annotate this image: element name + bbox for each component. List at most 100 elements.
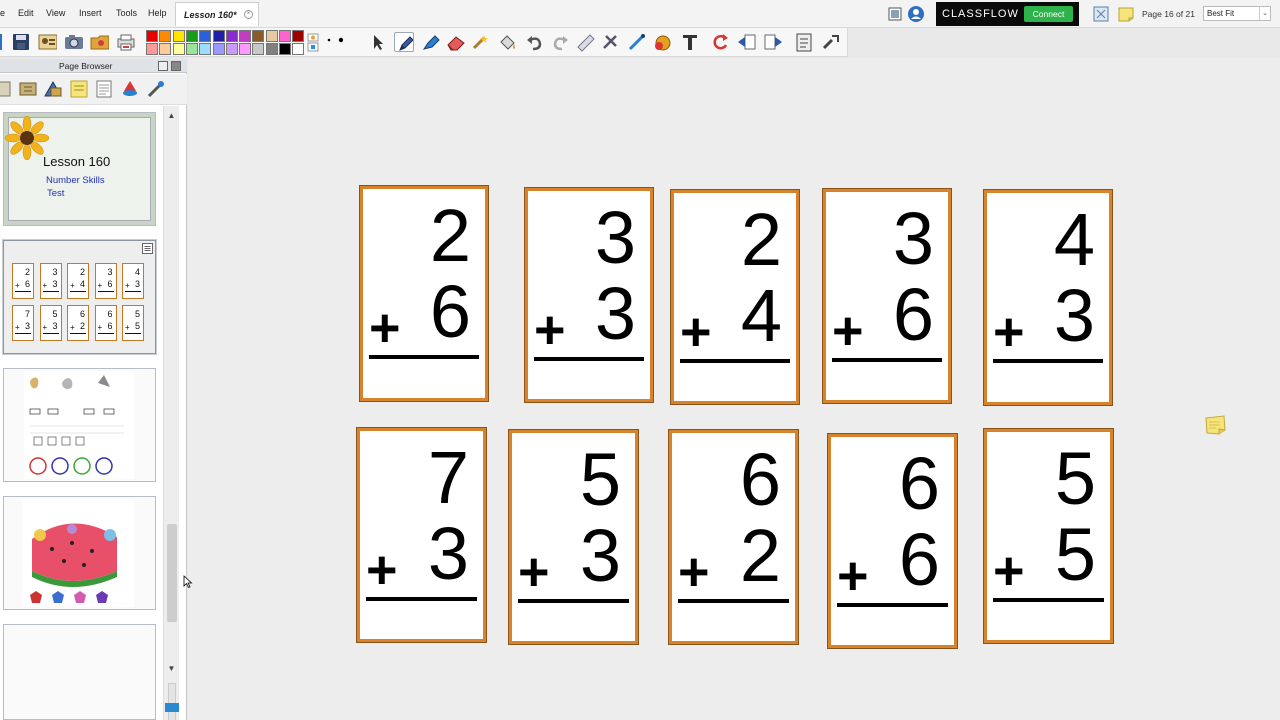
color-swatch[interactable] [199,30,212,42]
color-swatch[interactable] [159,43,172,55]
page-thumbnail-4[interactable] [3,496,156,610]
menu-insert[interactable]: Insert [79,8,102,18]
flash-card-8[interactable]: 6 2 + [669,430,798,644]
color-swatch[interactable] [172,43,185,55]
redo-icon[interactable] [549,32,569,52]
save-icon[interactable] [11,32,31,52]
menu-help[interactable]: Help [148,8,167,18]
thumbnail-1-subtitle-line-1: Number Skills [46,175,105,186]
color-swatch[interactable] [279,30,291,42]
sticky-note-icon[interactable] [1117,5,1135,23]
flash-card-10[interactable]: 5 5 + [984,429,1113,643]
color-swatch[interactable] [199,43,212,55]
page-order-icon[interactable] [0,79,16,99]
reset-page-icon[interactable] [710,32,730,52]
previous-page-icon[interactable] [736,32,756,52]
spinner-icon[interactable] [120,79,140,99]
flash-card-3[interactable]: 2 4 + [671,190,799,404]
color-swatch[interactable] [172,30,185,42]
zoom-select[interactable]: Best Fit ⌄ [1203,6,1271,21]
page-thumbnail-1[interactable]: Lesson 160 Number Skills Test [3,112,156,226]
highlighter-icon[interactable] [420,32,440,52]
mini-flash-card: 6 2 + [67,305,89,341]
color-swatch[interactable] [265,30,278,42]
sticky-note-icon[interactable] [1204,414,1226,436]
flash-card-4[interactable]: 3 6 + [823,189,951,403]
fullscreen-icon[interactable] [887,6,903,22]
text-icon[interactable] [679,32,699,52]
camera-icon[interactable] [63,32,83,52]
page-browser-toggle-icon[interactable] [1093,6,1109,22]
color-swatch[interactable] [212,43,225,55]
library-icon[interactable] [43,79,63,99]
select-icon[interactable] [368,32,388,52]
scroll-thumb[interactable] [167,524,177,622]
color-swatch[interactable] [146,43,158,55]
undo-icon[interactable] [524,32,544,52]
menu-view[interactable]: View [46,8,65,18]
print-icon[interactable] [115,32,135,52]
more-colors-icon[interactable] [305,32,325,52]
menu-file[interactable]: e [0,8,5,18]
close-panel-icon[interactable] [171,61,181,71]
color-swatch[interactable] [279,43,291,55]
color-swatch[interactable] [185,43,198,55]
document-tab-label: Lesson 160* [184,10,237,20]
page-menu-icon[interactable] [142,243,153,254]
color-swatch[interactable] [239,30,252,42]
color-swatch[interactable] [225,43,238,55]
connect-button[interactable]: Connect [1024,6,1073,22]
flash-card-2[interactable]: 3 3 + [525,188,653,402]
ruler-icon[interactable] [575,32,595,52]
page-tools-icon[interactable] [146,79,166,99]
tools-icon[interactable] [600,32,620,52]
page-template-icon[interactable] [94,79,114,99]
user-card-icon[interactable] [37,32,57,52]
magic-ink-icon[interactable] [470,32,490,52]
account-icon[interactable] [907,5,925,23]
color-swatch[interactable] [185,30,198,42]
notes-icon[interactable] [69,79,89,99]
pen-width-icon[interactable] [323,32,343,52]
color-swatch[interactable] [252,30,265,42]
flash-card-1[interactable]: 2 6 + [360,186,488,401]
thumbnail-size-slider[interactable] [168,683,176,720]
toolbox-icon[interactable] [820,32,840,52]
menu-edit[interactable]: Edit [18,8,34,18]
pen-icon[interactable] [394,32,414,52]
scroll-down-icon[interactable]: ▼ [166,664,177,676]
flash-card-5[interactable]: 4 3 + [984,190,1112,405]
page-thumbnail-5[interactable] [3,624,156,720]
notes-icon[interactable] [793,32,813,52]
fill-bucket-icon[interactable] [496,32,516,52]
color-swatch[interactable] [292,30,305,42]
thumbnail-size-handle[interactable] [165,703,179,712]
page-thumbnail-3[interactable] [3,368,156,482]
page-browser-scrollbar[interactable]: ▲ ▼ [163,106,179,720]
eraser-icon[interactable] [445,32,465,52]
pin-icon[interactable] [158,61,168,71]
connector-icon[interactable] [626,32,646,52]
color-swatch[interactable] [292,43,305,55]
add-page-icon[interactable] [18,79,38,99]
color-swatch[interactable] [159,30,172,42]
mini-card-bottom: 3 [134,279,140,289]
resource-folder-icon[interactable] [89,32,109,52]
flash-card-9[interactable]: 6 6 + [828,434,957,648]
page-thumbnail-2[interactable]: 2 6 +3 3 +2 4 +3 6 +4 3 +7 3 +5 3 +6 2 +6 6 +5 5 + [3,240,156,354]
flash-card-6[interactable]: 7 3 + [357,428,486,642]
next-page-icon[interactable] [762,32,782,52]
flash-card-7[interactable]: 5 3 + [509,430,638,644]
color-swatch[interactable] [265,43,278,55]
page-browser-toolbar [0,74,187,105]
document-tab[interactable]: Lesson 160* × [175,2,259,26]
color-swatch[interactable] [252,43,265,55]
color-swatch[interactable] [225,30,238,42]
menu-tools[interactable]: Tools [116,8,137,18]
scroll-up-icon[interactable]: ▲ [166,111,177,123]
close-tab-icon[interactable]: × [244,10,253,19]
color-swatch[interactable] [146,30,158,42]
shape-fill-icon[interactable] [652,32,672,52]
color-swatch[interactable] [212,30,225,42]
color-swatch[interactable] [239,43,252,55]
